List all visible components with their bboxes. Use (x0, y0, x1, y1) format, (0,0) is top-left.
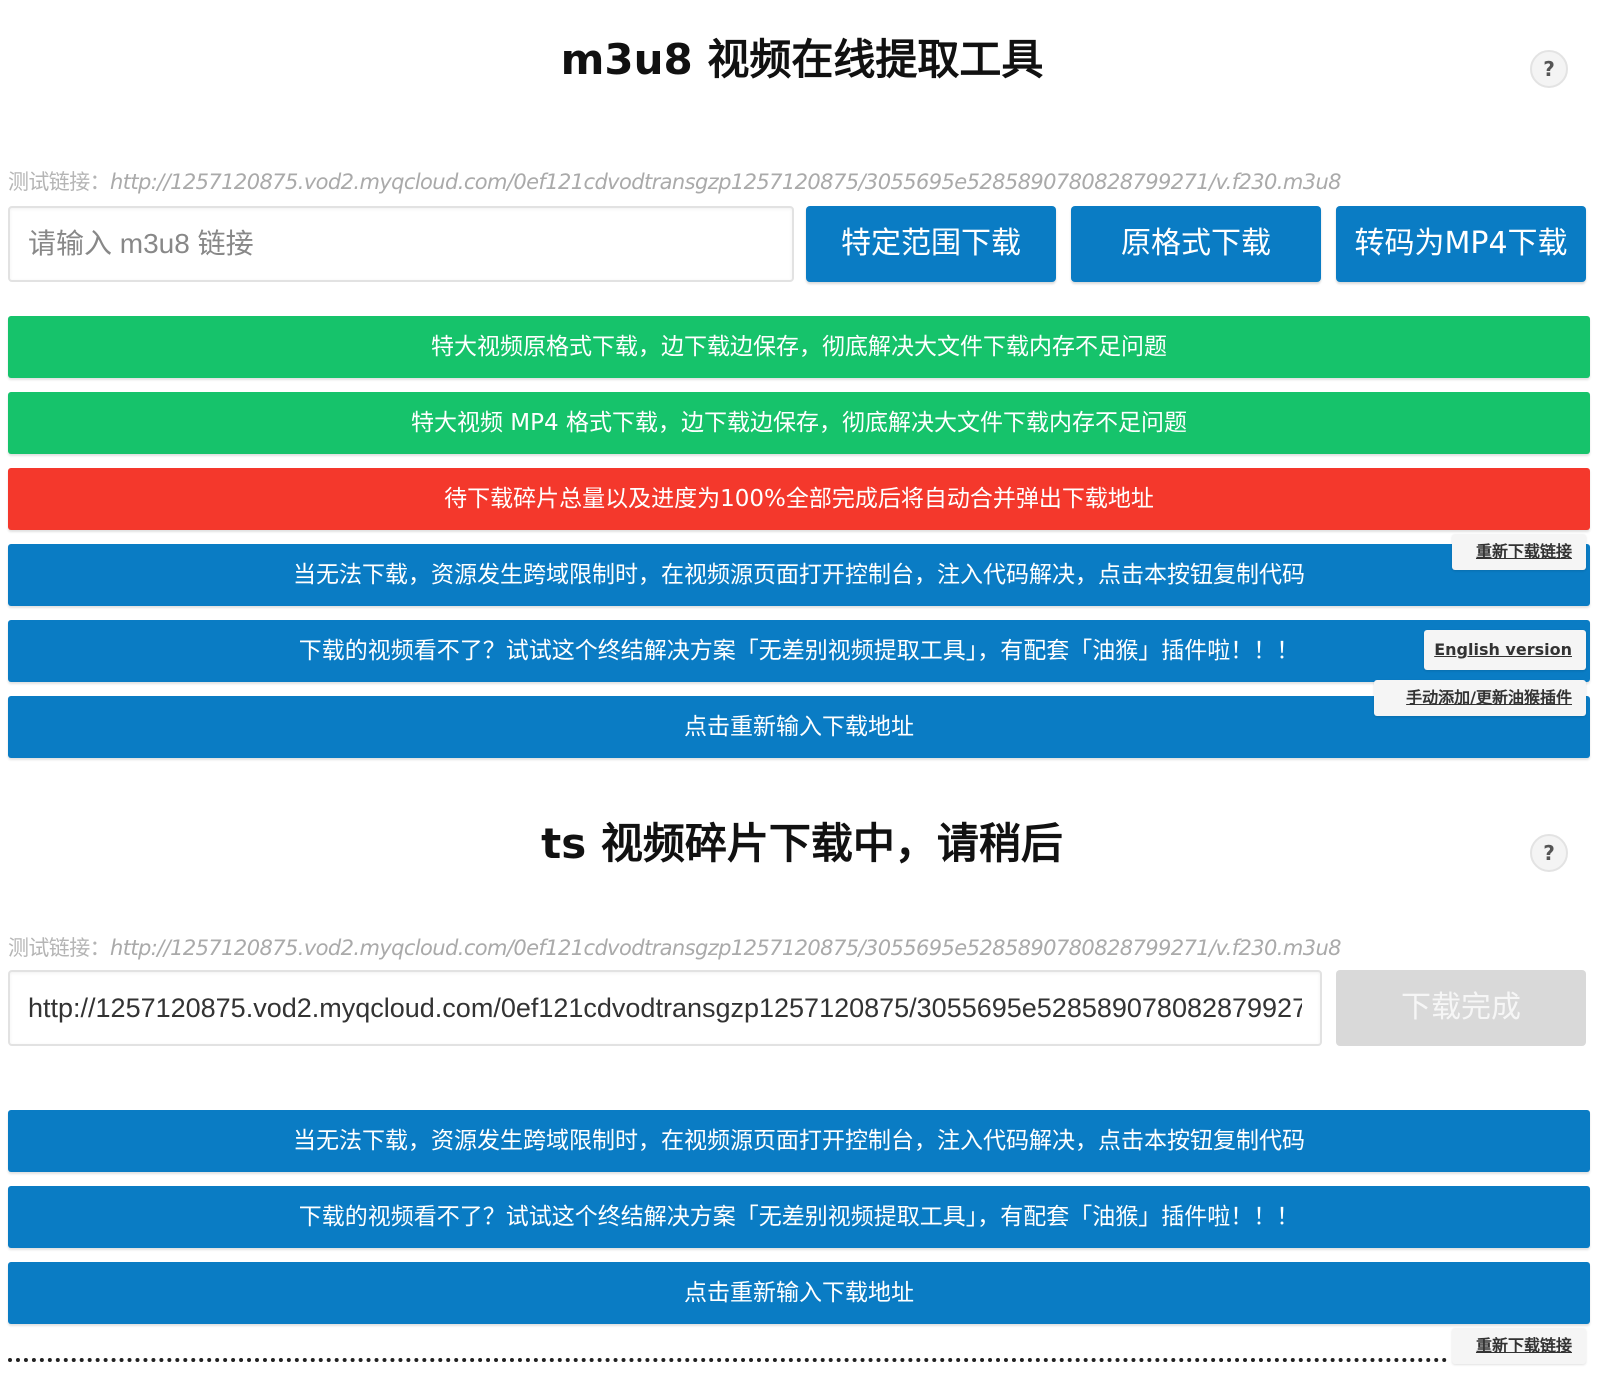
help-button[interactable]: ? (1530, 50, 1568, 88)
test-link-label: 测试链接： (8, 936, 111, 960)
stream-original-download-button[interactable]: 特大视频原格式下载，边下载边保存，彻底解决大文件下载内存不足问题 (8, 316, 1590, 378)
tampermonkey-plugin-link[interactable]: 手动添加/更新油猴插件 (1374, 680, 1586, 716)
ts-download-section: ts 视频碎片下载中，请稍后 ? 测试链接：http://1257120875.… (0, 790, 1604, 1382)
universal-extractor-link[interactable]: 下载的视频看不了？试试这个终结解决方案「无差别视频提取工具」，有配套「油猴」插件… (8, 620, 1590, 682)
m3u8-tool-section: m3u8 视频在线提取工具 ? 测试链接：http://1257120875.v… (0, 0, 1604, 790)
copy-inject-code-button[interactable]: 当无法下载，资源发生跨域限制时，在视频源页面打开控制台，注入代码解决，点击本按钮… (8, 1110, 1590, 1172)
question-icon: ? (1543, 841, 1555, 865)
range-download-button[interactable]: 特定范围下载 (806, 206, 1056, 282)
reenter-url-button[interactable]: 点击重新输入下载地址 (8, 1262, 1590, 1324)
test-link[interactable]: 测试链接：http://1257120875.vod2.myqcloud.com… (8, 932, 1342, 962)
help-button[interactable]: ? (1530, 834, 1568, 872)
test-link-url[interactable]: http://1257120875.vod2.myqcloud.com/0ef1… (110, 170, 1342, 194)
redownload-link[interactable]: 重新下载链接 (1452, 534, 1586, 570)
download-complete-button[interactable]: 下载完成 (1336, 970, 1586, 1046)
question-icon: ? (1543, 57, 1555, 81)
copy-inject-code-button[interactable]: 当无法下载，资源发生跨域限制时，在视频源页面打开控制台，注入代码解决，点击本按钮… (8, 544, 1590, 606)
download-status-title: ts 视频碎片下载中，请稍后 (541, 819, 1063, 868)
progress-dots (8, 1358, 1448, 1362)
test-link[interactable]: 测试链接：http://1257120875.vod2.myqcloud.com… (8, 166, 1342, 196)
page-title: m3u8 视频在线提取工具 (560, 35, 1044, 84)
stream-mp4-download-button[interactable]: 特大视频 MP4 格式下载，边下载边保存，彻底解决大文件下载内存不足问题 (8, 392, 1590, 454)
reenter-url-button[interactable]: 点击重新输入下载地址 (8, 696, 1590, 758)
mp4-download-button[interactable]: 转码为MP4下载 (1336, 206, 1586, 282)
test-link-url[interactable]: http://1257120875.vod2.myqcloud.com/0ef1… (110, 936, 1342, 960)
universal-extractor-link[interactable]: 下载的视频看不了？试试这个终结解决方案「无差别视频提取工具」，有配套「油猴」插件… (8, 1186, 1590, 1248)
test-link-label: 测试链接： (8, 170, 111, 194)
english-version-link[interactable]: English version (1424, 630, 1586, 670)
original-format-download-button[interactable]: 原格式下载 (1071, 206, 1321, 282)
redownload-link[interactable]: 重新下载链接 (1452, 1328, 1586, 1364)
progress-notice-bar: 待下载碎片总量以及进度为100%全部完成后将自动合并弹出下载地址 (8, 468, 1590, 530)
m3u8-url-input[interactable] (8, 206, 794, 282)
m3u8-url-input[interactable] (8, 970, 1322, 1046)
